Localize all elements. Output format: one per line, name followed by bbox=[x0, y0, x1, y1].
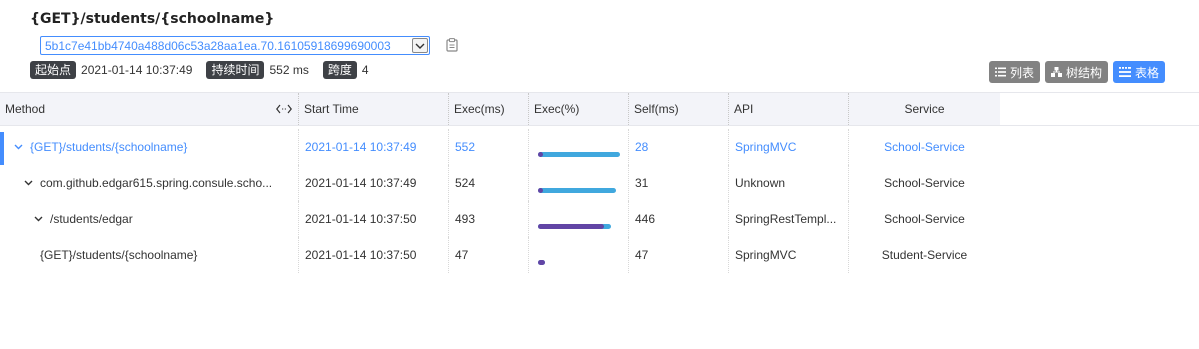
start-tag: 起始点 bbox=[30, 61, 77, 79]
list-view-button[interactable]: 列表 bbox=[988, 61, 1040, 83]
start-time-cell: 2021-01-14 10:37:49 bbox=[299, 129, 449, 165]
tree-view-label: 树结构 bbox=[1065, 65, 1102, 80]
service-cell: Student-Service bbox=[881, 248, 968, 262]
api-cell: Unknown bbox=[729, 165, 849, 201]
self-ms-cell: 446 bbox=[629, 201, 729, 237]
header-method: Method bbox=[0, 93, 299, 125]
header-start-time: Start Time bbox=[299, 93, 449, 125]
header-exec-ms: Exec(ms) bbox=[449, 93, 529, 125]
view-switcher: 列表 树结构 表格 bbox=[988, 61, 1165, 83]
span-tag: 跨度 bbox=[322, 61, 357, 79]
table-row[interactable]: {GET}/students/{schoolname} 2021-01-14 1… bbox=[0, 129, 1000, 165]
exec-bar bbox=[538, 223, 620, 230]
service-cell: School-Service bbox=[884, 212, 965, 226]
api-cell: SpringMVC bbox=[729, 129, 849, 165]
exec-bar bbox=[538, 259, 620, 266]
exec-pct-cell bbox=[529, 237, 629, 273]
start-time-cell: 2021-01-14 10:37:49 bbox=[299, 165, 449, 201]
exec-ms-cell: 47 bbox=[449, 237, 529, 273]
duration-tag: 持续时间 bbox=[206, 61, 265, 79]
service-cell: School-Service bbox=[884, 140, 965, 154]
span-table: Method Start Time Exec(ms) Exec(%) Self(… bbox=[0, 92, 1199, 273]
list-view-label: 列表 bbox=[1009, 65, 1034, 80]
service-cell: School-Service bbox=[884, 176, 965, 190]
method-cell: {GET}/students/{schoolname} bbox=[0, 129, 299, 165]
header-filler bbox=[1000, 92, 1199, 126]
method-label: /students/edgar bbox=[50, 212, 133, 226]
tree-view-button[interactable]: 树结构 bbox=[1044, 61, 1108, 83]
exec-ms-cell: 552 bbox=[449, 129, 529, 165]
table-icon bbox=[1118, 67, 1131, 77]
method-label: {GET}/students/{schoolname} bbox=[40, 248, 198, 262]
table-view-button[interactable]: 表格 bbox=[1112, 61, 1165, 83]
chevron-down-icon[interactable] bbox=[412, 38, 428, 53]
header-self-ms: Self(ms) bbox=[629, 93, 729, 125]
chevron-down-icon[interactable] bbox=[24, 180, 36, 186]
start-time-cell: 2021-01-14 10:37:50 bbox=[299, 237, 449, 273]
table-header: Method Start Time Exec(ms) Exec(%) Self(… bbox=[0, 92, 1000, 126]
trace-meta: 起始点 2021-01-14 10:37:49 持续时间 552 ms 跨度 4 bbox=[30, 61, 383, 79]
header-api: API bbox=[729, 93, 849, 125]
exec-bar-self bbox=[538, 259, 545, 265]
header-service: Service bbox=[904, 102, 945, 116]
exec-bar bbox=[538, 151, 620, 158]
span-value: 4 bbox=[361, 63, 369, 77]
exec-bar-self bbox=[538, 151, 543, 157]
exec-bar bbox=[538, 187, 620, 194]
chevron-down-icon[interactable] bbox=[34, 216, 46, 222]
trace-id-select[interactable]: 5b1c7e41bb4740a488d06c53a28aa1ea.70.1610… bbox=[40, 36, 430, 55]
api-cell: SpringRestTempl... bbox=[729, 201, 849, 237]
start-time-cell: 2021-01-14 10:37:50 bbox=[299, 201, 449, 237]
self-ms-cell: 28 bbox=[629, 129, 729, 165]
method-label: com.github.edgar615.spring.consule.scho.… bbox=[40, 176, 273, 190]
header-exec-pct: Exec(%) bbox=[529, 93, 629, 125]
exec-bar-total bbox=[538, 187, 616, 193]
method-cell: /students/edgar bbox=[0, 201, 299, 237]
duration-value: 552 ms bbox=[269, 63, 309, 77]
exec-bar-self bbox=[538, 223, 604, 229]
trace-title: {GET}/students/{schoolname} bbox=[30, 11, 275, 27]
self-ms-cell: 47 bbox=[629, 237, 729, 273]
start-value: 2021-01-14 10:37:49 bbox=[81, 63, 193, 77]
exec-pct-cell bbox=[529, 201, 629, 237]
column-resize-icon[interactable] bbox=[276, 103, 292, 117]
copy-icon[interactable] bbox=[446, 38, 460, 53]
method-cell: com.github.edgar615.spring.consule.scho.… bbox=[0, 165, 299, 201]
table-row[interactable]: com.github.edgar615.spring.consule.scho.… bbox=[0, 165, 1000, 201]
exec-bar-self bbox=[538, 187, 543, 193]
self-ms-cell: 31 bbox=[629, 165, 729, 201]
table-row[interactable]: /students/edgar 2021-01-14 10:37:50 493 … bbox=[0, 201, 1000, 237]
method-label: {GET}/students/{schoolname} bbox=[30, 140, 188, 154]
trace-id-value: 5b1c7e41bb4740a488d06c53a28aa1ea.70.1610… bbox=[45, 38, 391, 53]
exec-ms-cell: 493 bbox=[449, 201, 529, 237]
exec-ms-cell: 524 bbox=[449, 165, 529, 201]
exec-pct-cell bbox=[529, 129, 629, 165]
exec-pct-cell bbox=[529, 165, 629, 201]
table-view-label: 表格 bbox=[1134, 65, 1159, 80]
list-icon bbox=[994, 67, 1006, 77]
header-method-label: Method bbox=[5, 102, 46, 116]
exec-bar-total bbox=[538, 151, 620, 157]
table-row[interactable]: {GET}/students/{schoolname} 2021-01-14 1… bbox=[0, 237, 1000, 273]
method-cell: {GET}/students/{schoolname} bbox=[0, 237, 299, 273]
chevron-down-icon[interactable] bbox=[14, 144, 26, 150]
api-cell: SpringMVC bbox=[729, 237, 849, 273]
tree-icon bbox=[1050, 67, 1062, 77]
